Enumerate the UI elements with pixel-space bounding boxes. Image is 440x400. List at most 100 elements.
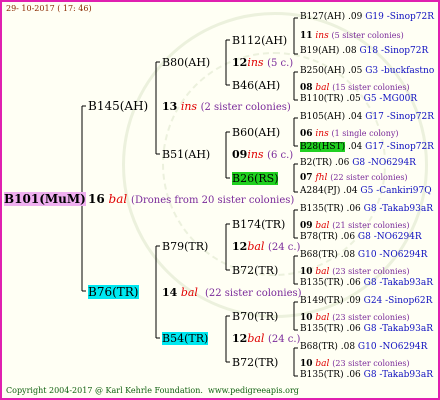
gen4-gen: 10 [300,359,313,369]
gen4-queen[interactable]: B135(TR) [300,278,344,288]
gen3-bba-queen[interactable]: B70(TR) [232,310,278,323]
gen4-queen-row[interactable]: B68(TR) .08 G10 -NO6294R [300,250,427,261]
gen4-note: (1 single colony) [331,129,399,138]
gen1-b-queen[interactable]: B76(TR) [88,285,139,299]
gen4-queen-row[interactable]: B105(AH) .04 G17 -Sinop72R [300,112,434,123]
gen4-queen-row[interactable]: B78(TR) .06 G8 -NO6294R [300,232,422,243]
gen2-bb-queen[interactable]: B54(TR) [162,332,209,345]
gen3-aba-queen[interactable]: B60(AH) [232,126,280,139]
gen4-queen[interactable]: B135(TR) [300,370,344,380]
gen4-breeder[interactable]: G3 -buckfastno [365,66,434,76]
gen4-summary-row: 10 bal (23 sister colonies) [300,266,410,278]
gen4-year: .06 [332,158,353,168]
gen4-note: (23 sister colonies) [332,313,410,322]
gen4-breeder[interactable]: G5 -MG00R [364,94,417,104]
gen4-queen-row[interactable]: B2(TR) .06 G8 -NO6294R [300,158,416,169]
gen2-ba-info: 12bal (24 c.) [232,240,300,254]
gen4-queen-row[interactable]: B135(TR) .06 G8 -Takab93aR [300,278,433,289]
gen4-queen[interactable]: A284(PJ) [300,186,340,196]
gen2-ab-note: (6 c.) [267,150,294,161]
gen4-gen: 10 [300,313,313,323]
gen1-a-race: ins [180,100,198,113]
gen4-queen-row[interactable]: A284(PJ) .04 G5 -Cankiri97Q [300,186,432,197]
gen2-ab-gen: 09 [232,148,248,161]
gen2-ba-queen[interactable]: B79(TR) [162,240,208,253]
root-race: bal [108,192,128,206]
gen4-queen[interactable]: B68(TR) [300,250,338,260]
gen4-queen-row[interactable]: B135(TR) .06 G8 -Takab93aR [300,324,433,335]
root-gen: 16 [88,192,105,206]
gen1-b-info: 14 bal (22 sister colonies) [162,286,302,300]
gen4-breeder[interactable]: G8 -Takab93aR [364,204,433,214]
gen2-bb-info: 12bal (24 c.) [232,332,300,346]
gen4-note: (5 sister colonies) [331,31,404,40]
gen4-race: bal [312,267,333,277]
gen3-abb-queen[interactable]: B26(RS) [232,172,279,185]
gen4-note: (21 sister colonies) [332,221,410,230]
gen4-breeder[interactable]: G18 -Sinop72R [359,46,428,56]
pedigree-frame: 29- 10-2017 ( 17: 46) Copyright 2004-201… [0,0,440,400]
gen2-ab-queen[interactable]: B51(AH) [162,148,210,161]
gen4-breeder[interactable]: G8 -Takab93aR [364,370,433,380]
gen4-race: bal [312,83,333,93]
gen4-breeder[interactable]: G8 -Takab93aR [364,324,433,334]
copyright-text: Copyright 2004-2017 @ Karl Kehrle Founda… [6,386,299,396]
gen4-queen[interactable]: B135(TR) [300,204,344,214]
gen4-gen: 06 [300,129,313,139]
gen4-note: (23 sister colonies) [332,267,410,276]
gen2-aa-queen[interactable]: B80(AH) [162,56,210,69]
gen1-a-info: 13 ins (2 sister colonies) [162,100,291,114]
gen4-note: (23 sister colonies) [332,359,410,368]
gen4-queen-row[interactable]: B149(TR) .09 G24 -Sinop62R [300,296,432,307]
gen4-queen[interactable]: B68(TR) [300,342,338,352]
gen4-year: .04 [345,142,366,152]
gen2-bb-gen: 12 [232,332,248,345]
root-queen[interactable]: B101(MuM) [4,192,86,206]
gen4-queen-row[interactable]: B135(TR) .06 G8 -Takab93aR [300,204,433,215]
gen1-a-queen[interactable]: B145(AH) [88,99,148,113]
gen3-bab-queen[interactable]: B72(TR) [232,264,278,277]
gen4-queen[interactable]: B110(TR) [300,94,344,104]
gen4-queen-row[interactable]: B135(TR) .06 G8 -Takab93aR [300,370,433,381]
gen4-breeder[interactable]: G10 -NO6294R [358,342,427,352]
gen3-aab-queen[interactable]: B46(AH) [232,79,280,92]
gen3-bbb-queen[interactable]: B72(TR) [232,356,278,369]
gen4-year: .06 [337,232,358,242]
gen4-queen[interactable]: B78(TR) [300,232,338,242]
gen4-queen[interactable]: B250(AH) [300,66,345,76]
gen4-queen-row[interactable]: B250(AH) .05 G3 -buckfastno [300,66,434,77]
gen4-queen[interactable]: B127(AH) [300,12,345,22]
gen4-breeder[interactable]: G17 -Sinop72R [365,142,434,152]
gen4-summary-row: 08 bal (15 sister colonies) [300,82,410,94]
gen4-race: bal [312,359,333,369]
copyright-label: Copyright 2004-2017 @ Karl Kehrle Founda… [6,386,203,395]
gen4-year: .04 [340,186,361,196]
gen4-queen-row[interactable]: B68(TR) .08 G10 -NO6294R [300,342,427,353]
gen4-queen-row[interactable]: B110(TR) .05 G5 -MG00R [300,94,417,105]
gen4-year: .06 [343,370,364,380]
gen4-queen-row[interactable]: B127(AH) .09 G19 -Sinop72R [300,12,434,23]
gen4-race: bal [312,221,333,231]
gen4-queen[interactable]: B149(TR) [300,296,344,306]
gen4-breeder[interactable]: G8 -NO6294R [358,232,422,242]
gen3-aaa-queen[interactable]: B112(AH) [232,34,287,47]
gen4-queen[interactable]: B135(TR) [300,324,344,334]
gen4-breeder[interactable]: G8 -NO6294R [352,158,416,168]
gen4-queen-row[interactable]: B28(HST) .04 G17 -Sinop72R [300,142,434,153]
gen4-breeder[interactable]: G19 -Sinop72R [365,12,434,22]
gen4-breeder[interactable]: G10 -NO6294R [358,250,427,260]
gen4-breeder[interactable]: G17 -Sinop72R [365,112,434,122]
gen2-ba-note: (24 c.) [267,242,301,253]
gen3-baa-queen[interactable]: B174(TR) [232,218,285,231]
gen4-queen[interactable]: B2(TR) [300,158,332,168]
site-link[interactable]: www.pedigreeapis.org [208,386,299,395]
gen4-queen[interactable]: B105(AH) [300,112,345,122]
gen4-breeder[interactable]: G5 -Cankiri97Q [360,186,431,196]
gen4-breeder[interactable]: G8 -Takab93aR [364,278,433,288]
gen4-queen[interactable]: B19(AH) [300,46,339,56]
gen4-breeder[interactable]: G24 -Sinop62R [364,296,433,306]
gen4-queen-row[interactable]: B19(AH) .08 G18 -Sinop72R [300,46,428,57]
gen4-summary-row: 07 fhl (22 sister colonies) [300,172,408,184]
gen4-race: ins [312,31,332,41]
gen4-queen[interactable]: B28(HST) [300,142,346,152]
